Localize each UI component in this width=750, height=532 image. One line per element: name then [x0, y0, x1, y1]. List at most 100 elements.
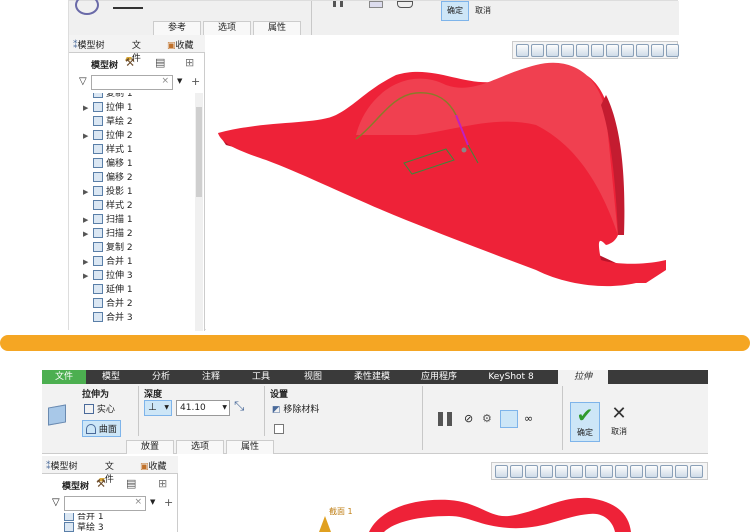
- depth-type-button[interactable]: ⊥ ▼: [144, 400, 172, 416]
- tree-item[interactable]: 偏移 1: [83, 157, 133, 171]
- top-tab-properties[interactable]: 属性: [253, 21, 301, 35]
- expand-arrow-icon[interactable]: ▶: [83, 255, 93, 269]
- tree-item[interactable]: ▶ 拉伸 1: [83, 101, 133, 115]
- clear-icon[interactable]: ×: [134, 497, 142, 507]
- tree-item[interactable]: ▶ 扫描 1: [83, 213, 133, 227]
- solid-option[interactable]: 实心: [84, 402, 115, 415]
- menu-tab[interactable]: 注释: [186, 370, 236, 384]
- feature-icon: [93, 200, 103, 210]
- tree-item-label: 拉伸 3: [106, 271, 133, 281]
- tree-item-label: 拉伸 1: [106, 103, 133, 113]
- preview-toggle-button[interactable]: [500, 410, 518, 428]
- tree-item[interactable]: 延伸 1: [83, 283, 133, 297]
- top-tool-icons[interactable]: [113, 1, 143, 9]
- tree-item[interactable]: 草绘 2: [83, 115, 133, 129]
- verify-icon[interactable]: ⚙: [482, 412, 492, 425]
- top-tab-references[interactable]: 参考: [153, 21, 201, 35]
- menu-tab[interactable]: 视图: [286, 370, 340, 384]
- depth-label: 深度: [144, 390, 163, 400]
- bottom-tree-toolbar-label: 模型树: [62, 482, 90, 492]
- tree-item[interactable]: 样式 1: [83, 143, 133, 157]
- expand-arrow-icon[interactable]: ▶: [83, 213, 93, 227]
- top-pause-icon[interactable]: [333, 1, 343, 7]
- top-sketch-icon[interactable]: [75, 0, 99, 15]
- no-preview-icon[interactable]: ⊘: [464, 412, 473, 425]
- feature-icon: [93, 256, 103, 266]
- settings-label: 设置: [270, 390, 289, 400]
- expand-arrow-icon[interactable]: ▶: [83, 129, 93, 143]
- bottom-panel-tab-model-tree[interactable]: ⁑模型树: [46, 459, 78, 472]
- tree-item[interactable]: 复制 2: [83, 241, 133, 255]
- glasses-icon[interactable]: ∞: [524, 412, 533, 425]
- menu-tab[interactable]: 应用程序: [404, 370, 474, 384]
- top-tree-list: 复制 1 ▶ 拉伸 1 草绘 2 ▶ 拉伸 2 样式 1 偏移 1 偏移 2 ▶ 投影 1 样式 2 ▶…: [83, 93, 195, 331]
- tab-extrude-active[interactable]: 拉伸: [558, 370, 608, 384]
- feature-icon: [93, 116, 103, 126]
- flip-direction-icon[interactable]: ⤡: [234, 399, 244, 414]
- menu-tab[interactable]: KeyShot 8: [474, 370, 548, 384]
- filter-tree-icon[interactable]: ⊞: [185, 56, 194, 69]
- tree-item-label: 样式 1: [106, 145, 133, 155]
- bottom-3d-viewport[interactable]: 截面 1: [179, 456, 708, 532]
- tab-options[interactable]: 选项: [176, 440, 224, 454]
- top-confirm-button[interactable]: 确定: [441, 1, 469, 21]
- clear-icon[interactable]: ×: [161, 76, 169, 86]
- top-tree-toolbar: 模型树 ⚒ ▤ ⊞: [69, 55, 205, 73]
- top-preview-icon[interactable]: [369, 1, 383, 8]
- tree-item[interactable]: ▶ 合并 1: [83, 255, 133, 269]
- top-panel-tab-model-tree[interactable]: ⁑模型树: [73, 38, 105, 51]
- tab-properties[interactable]: 属性: [226, 440, 274, 454]
- tree-item[interactable]: 复制 1: [83, 93, 133, 101]
- top-glasses-icon[interactable]: [397, 1, 413, 8]
- tree-item[interactable]: ▶ 拉伸 3: [83, 269, 133, 283]
- depth-value-input[interactable]: 41.10 ▼: [176, 400, 230, 416]
- dropdown-icon[interactable]: ▼: [150, 498, 155, 506]
- top-tree-scrollbar[interactable]: [195, 93, 203, 331]
- filter-icon[interactable]: ▽: [79, 76, 87, 87]
- top-3d-viewport[interactable]: [206, 35, 679, 331]
- bottom-panel-tab-favorites[interactable]: ▣收藏: [140, 459, 167, 472]
- pause-icon[interactable]: [438, 412, 452, 426]
- show-menu-icon[interactable]: ▤: [155, 56, 165, 69]
- add-icon[interactable]: +: [164, 496, 173, 509]
- bottom-confirm-button[interactable]: ✔ 确定: [570, 402, 600, 442]
- top-panel-tab-favorites[interactable]: ▣收藏: [167, 38, 194, 51]
- tree-item[interactable]: 合并 3: [83, 311, 133, 325]
- tree-item[interactable]: 合并 2: [83, 297, 133, 311]
- remove-material-option[interactable]: ◩ 移除材料: [272, 402, 319, 415]
- top-tab-options[interactable]: 选项: [203, 21, 251, 35]
- bottom-cancel-button[interactable]: ✕ 取消: [604, 402, 634, 442]
- settings-icon[interactable]: ⚒: [96, 477, 106, 490]
- tree-item[interactable]: ▶ 扫描 2: [83, 227, 133, 241]
- bottom-tree-search-input[interactable]: ×: [64, 496, 146, 511]
- feature-icon: [93, 298, 103, 308]
- menu-tab[interactable]: 分析: [136, 370, 186, 384]
- thicken-checkbox[interactable]: [274, 424, 284, 434]
- menu-tab[interactable]: 工具: [236, 370, 286, 384]
- add-icon[interactable]: +: [191, 75, 200, 88]
- tree-item[interactable]: 偏移 2: [83, 171, 133, 185]
- expand-arrow-icon[interactable]: ▶: [83, 227, 93, 241]
- tab-placement[interactable]: 放置: [126, 440, 174, 454]
- sketch-icon: [64, 522, 74, 532]
- tree-item[interactable]: ▶ 投影 1: [83, 185, 133, 199]
- top-cancel-button[interactable]: 取消: [471, 1, 495, 21]
- menu-tab[interactable]: 柔性建模: [340, 370, 404, 384]
- expand-arrow-icon[interactable]: ▶: [83, 185, 93, 199]
- file-menu-tab[interactable]: 文件: [42, 370, 86, 384]
- show-menu-icon[interactable]: ▤: [126, 477, 136, 490]
- top-tree-search-input[interactable]: ×: [91, 75, 173, 90]
- dropdown-icon[interactable]: ▼: [177, 77, 182, 85]
- filter-tree-icon[interactable]: ⊞: [158, 477, 167, 490]
- filter-icon[interactable]: ▽: [52, 497, 60, 508]
- tree-item[interactable]: ▶ 拉伸 2: [83, 129, 133, 143]
- merge-icon: [64, 513, 74, 521]
- expand-arrow-icon[interactable]: ▶: [83, 269, 93, 283]
- list-item[interactable]: 草绘 3: [64, 521, 104, 532]
- surface-option[interactable]: 曲面: [82, 420, 121, 437]
- tree-item[interactable]: 样式 2: [83, 199, 133, 213]
- menu-tab[interactable]: 模型: [86, 370, 136, 384]
- settings-icon[interactable]: ⚒: [125, 56, 135, 69]
- expand-arrow-icon[interactable]: ▶: [83, 101, 93, 115]
- feature-icon: [93, 242, 103, 252]
